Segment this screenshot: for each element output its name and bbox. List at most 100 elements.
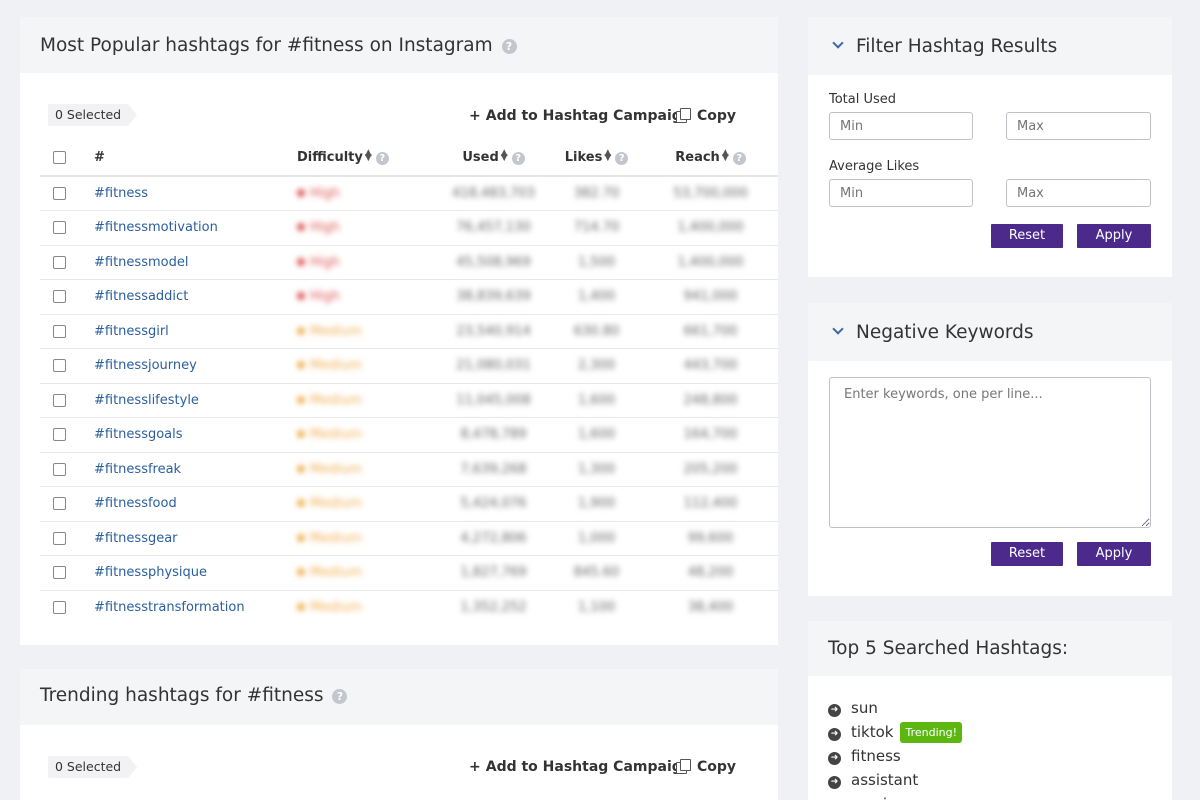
reach-cell: 164,700: [643, 417, 778, 453]
reach-cell: 1,400,000: [643, 210, 778, 246]
row-checkbox[interactable]: [53, 324, 66, 338]
row-checkbox[interactable]: [53, 187, 66, 200]
difficulty-value: Medium: [297, 462, 362, 477]
hashtag-link[interactable]: #fitnessgoals: [94, 427, 183, 442]
filter-panel-header[interactable]: Filter Hashtag Results: [808, 17, 1172, 75]
hashtag-link[interactable]: #fitnessgear: [94, 531, 178, 546]
hashtag-cell: #fitnesstransformation: [94, 590, 297, 625]
row-checkbox[interactable]: [53, 497, 66, 511]
help-icon[interactable]: ?: [501, 39, 517, 54]
popular-hashtags-panel: Most Popular hashtags for #fitness on In…: [20, 17, 778, 645]
hashtag-link[interactable]: #fitnessgirl: [94, 324, 169, 339]
help-icon[interactable]: ?: [375, 152, 389, 165]
hashtag-link[interactable]: #fitnessmodel: [94, 255, 188, 270]
top-searched-item[interactable]: ➜music: [828, 792, 962, 800]
total-used-label: Total Used: [829, 92, 897, 107]
row-checkbox[interactable]: [53, 462, 66, 476]
reach-value: 112,400: [683, 496, 738, 512]
top-searched-item[interactable]: ➜ assistant: [828, 768, 962, 792]
hashtag-link[interactable]: #fitnessphysique: [94, 565, 207, 580]
reach-value: 443,700: [683, 358, 738, 374]
hashtag-link[interactable]: #fitness: [94, 186, 148, 201]
used-value: 11,045,008: [456, 392, 531, 408]
hashtag-cell: #fitnessgear: [94, 521, 297, 556]
help-icon[interactable]: ?: [615, 152, 629, 165]
sort-icon: ▲ ▼: [721, 148, 729, 163]
hashtag-link[interactable]: #fitnessfood: [94, 496, 177, 511]
column-header-used[interactable]: Used ▲ ▼?: [437, 140, 550, 177]
row-checkbox[interactable]: [53, 531, 66, 545]
top-searched-item[interactable]: ➜ fitness: [828, 744, 962, 768]
used-cell: 11,045,008: [437, 383, 550, 418]
used-value: 4,272,806: [460, 530, 527, 546]
negative-reset-button[interactable]: Reset: [991, 542, 1063, 566]
filter-reset-button[interactable]: Reset: [991, 224, 1063, 248]
help-icon[interactable]: ?: [732, 152, 746, 165]
hashtag-link[interactable]: #fitnessmotivation: [94, 220, 218, 235]
used-cell: 5,424,076: [437, 486, 550, 522]
used-cell: 38,839,639: [437, 279, 550, 315]
trending-copy-button[interactable]: Copy: [676, 759, 736, 775]
difficulty-value: Medium: [297, 496, 362, 511]
table-row: #fitnessgear Medium 4,272,806 1,000 99,600: [40, 521, 778, 556]
row-checkbox[interactable]: [53, 393, 66, 407]
trending-panel-title: Trending hashtags for #fitness: [40, 685, 324, 706]
average-likes-max-input[interactable]: [1006, 179, 1151, 207]
column-header-reach[interactable]: Reach ▲ ▼?: [643, 140, 778, 177]
reach-cell: 99,600: [643, 521, 778, 556]
difficulty-cell: Medium: [297, 590, 437, 625]
copy-button[interactable]: Copy: [676, 108, 736, 124]
difficulty-text: Medium: [310, 323, 362, 339]
reach-value: 38,400: [687, 600, 734, 615]
add-to-campaign-button[interactable]: + Add to Hashtag Campaign: [469, 108, 692, 124]
row-checkbox[interactable]: [53, 428, 66, 442]
popular-panel-title: Most Popular hashtags for #fitness on In…: [40, 35, 493, 56]
hashtag-cell: #fitnessfood: [94, 486, 297, 522]
filter-apply-button[interactable]: Apply: [1077, 224, 1151, 248]
negative-apply-button[interactable]: Apply: [1077, 542, 1151, 566]
column-header-likes[interactable]: Likes ▲ ▼?: [550, 140, 643, 177]
copy-icon: [676, 108, 691, 123]
row-checkbox-cell: [40, 279, 94, 315]
negative-keywords-header[interactable]: Negative Keywords: [808, 303, 1172, 361]
used-cell: 7,639,268: [437, 452, 550, 487]
plus-icon: +: [469, 108, 481, 124]
column-difficulty-label: Difficulty: [297, 150, 363, 165]
column-header-difficulty[interactable]: Difficulty ▲ ▼?: [297, 140, 437, 177]
help-icon[interactable]: ?: [332, 689, 348, 704]
top-searched-item[interactable]: ➜ sun: [828, 696, 962, 720]
select-all-checkbox[interactable]: [53, 151, 66, 164]
top-searched-item[interactable]: ➜ tiktok Trending!: [828, 720, 963, 744]
negative-keywords-textarea[interactable]: [829, 377, 1151, 528]
row-checkbox[interactable]: [53, 290, 66, 304]
average-likes-min-input[interactable]: [829, 179, 973, 207]
reach-cell: 205,200: [643, 452, 778, 487]
row-checkbox[interactable]: [53, 566, 66, 580]
row-checkbox-cell: [40, 486, 94, 522]
difficulty-text: High: [310, 186, 340, 201]
trending-add-to-campaign-button[interactable]: + Add to Hashtag Campaign: [469, 759, 692, 775]
row-checkbox[interactable]: [53, 601, 66, 614]
row-checkbox[interactable]: [53, 359, 66, 373]
difficulty-dot-icon: [297, 326, 305, 335]
row-checkbox[interactable]: [53, 255, 66, 269]
difficulty-text: Medium: [310, 496, 362, 512]
trending-panel-header: Trending hashtags for #fitness ?: [20, 669, 778, 725]
used-cell: 23,540,914: [437, 314, 550, 349]
hashtag-link[interactable]: #fitnessfreak: [94, 462, 181, 477]
hashtag-link[interactable]: #fitnesstransformation: [94, 600, 245, 615]
help-icon[interactable]: ?: [511, 152, 525, 165]
row-checkbox[interactable]: [53, 221, 66, 235]
total-used-max-input[interactable]: [1006, 112, 1151, 140]
reach-cell: 248,800: [643, 383, 778, 418]
difficulty-dot-icon: [297, 223, 305, 232]
likes-cell: 1,000: [550, 521, 643, 556]
hashtag-link[interactable]: #fitnesslifestyle: [94, 393, 199, 408]
negative-keywords-panel: Negative Keywords Reset Apply: [808, 303, 1172, 596]
arrow-right-circle-icon: ➜: [828, 704, 841, 717]
table-row: #fitnessphysique Medium 1,827,769 845.60 48,…: [40, 555, 778, 591]
hashtag-link[interactable]: #fitnessjourney: [94, 358, 197, 373]
used-value: 1,352,252: [460, 600, 527, 615]
hashtag-link[interactable]: #fitnessaddict: [94, 289, 188, 304]
total-used-min-input[interactable]: [829, 112, 973, 140]
